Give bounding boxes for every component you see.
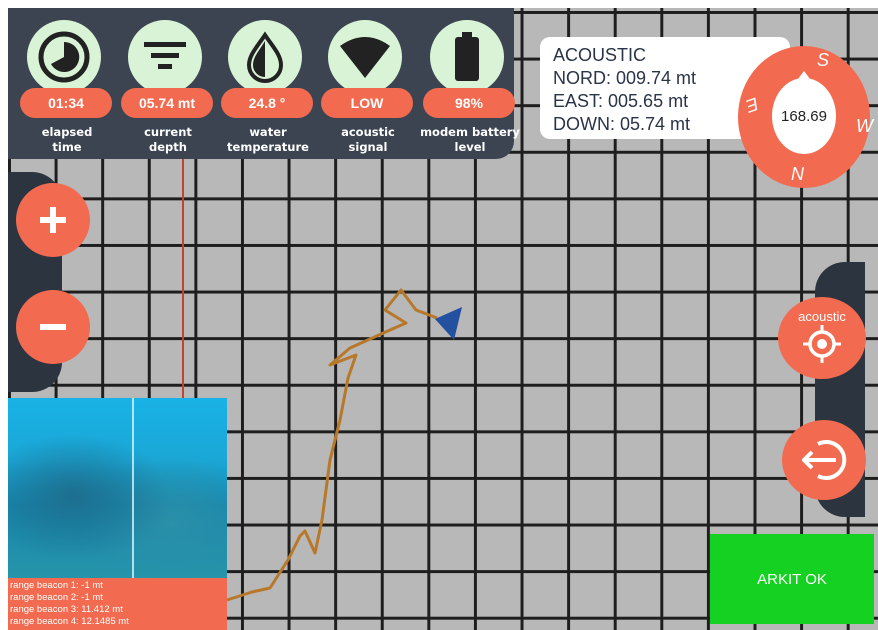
modem-battery-value: 98% — [423, 88, 515, 118]
position-down: DOWN: 05.74 mt — [553, 114, 691, 134]
water-temperature-label: water temperature — [227, 125, 309, 154]
zoom-in-button[interactable] — [16, 183, 90, 257]
crosshair-icon — [803, 324, 841, 363]
minus-icon — [40, 324, 66, 330]
depth-icon — [128, 20, 202, 94]
status-water-temperature: 24.8 ° water temperature — [215, 18, 315, 158]
elapsed-time-label: elapsed time — [41, 125, 93, 154]
range-beacon-4: range beacon 4: 12.1485 mt — [10, 616, 129, 627]
acoustic-signal-value: LOW — [321, 88, 413, 118]
status-modem-battery: 98% modem battery level — [417, 18, 520, 158]
dive-track — [226, 288, 438, 602]
vehicle-icon — [435, 307, 462, 340]
compass: S W N E 168.69 — [738, 46, 873, 188]
compass-heading: 168.69 — [772, 78, 836, 154]
compass-label-s: S — [817, 50, 830, 70]
arkit-status: ARKIT OK — [710, 534, 874, 624]
current-depth-value: 05.74 mt — [121, 88, 213, 118]
status-elapsed-time: 01:34 elapsed time — [14, 18, 114, 158]
camera-light-beam — [132, 398, 134, 578]
plus-icon — [40, 207, 66, 233]
water-drop-icon — [228, 20, 302, 94]
beacon-range-panel: range beacon 1: -1 mt range beacon 2: -1… — [8, 578, 227, 630]
status-panel: 01:34 elapsed time 05.74 mt current dept… — [8, 8, 520, 159]
elapsed-time-icon — [27, 20, 101, 94]
compass-label-n: N — [791, 164, 804, 184]
range-beacon-3: range beacon 3: 11.412 mt — [10, 604, 123, 615]
battery-icon — [430, 20, 504, 94]
status-acoustic-signal: LOW acoustic signal — [315, 18, 415, 158]
logout-icon — [802, 440, 847, 480]
camera-feed — [8, 398, 227, 578]
exit-button[interactable] — [782, 420, 866, 500]
compass-label-e: E — [743, 93, 762, 117]
range-beacon-1: range beacon 1: -1 mt — [10, 580, 103, 591]
acoustic-locate-button[interactable]: acoustic — [778, 297, 866, 379]
elapsed-time-value: 01:34 — [20, 88, 112, 118]
screen: 01:34 elapsed time 05.74 mt current dept… — [0, 0, 878, 630]
status-current-depth: 05.74 mt current depth — [115, 18, 215, 158]
position-east: EAST: 005.65 mt — [553, 91, 689, 111]
acoustic-signal-label: acoustic signal — [341, 125, 395, 154]
position-mode-title: ACOUSTIC — [553, 45, 647, 65]
zoom-out-button[interactable] — [16, 290, 90, 364]
current-depth-label: current depth — [144, 125, 192, 154]
modem-battery-label: modem battery level — [420, 125, 520, 154]
acoustic-button-label: acoustic — [798, 308, 846, 324]
range-beacon-2: range beacon 2: -1 mt — [10, 592, 103, 603]
position-nord: NORD: 009.74 mt — [553, 68, 697, 88]
signal-icon — [328, 20, 402, 94]
water-temperature-value: 24.8 ° — [221, 88, 313, 118]
compass-label-w: W — [856, 116, 873, 136]
